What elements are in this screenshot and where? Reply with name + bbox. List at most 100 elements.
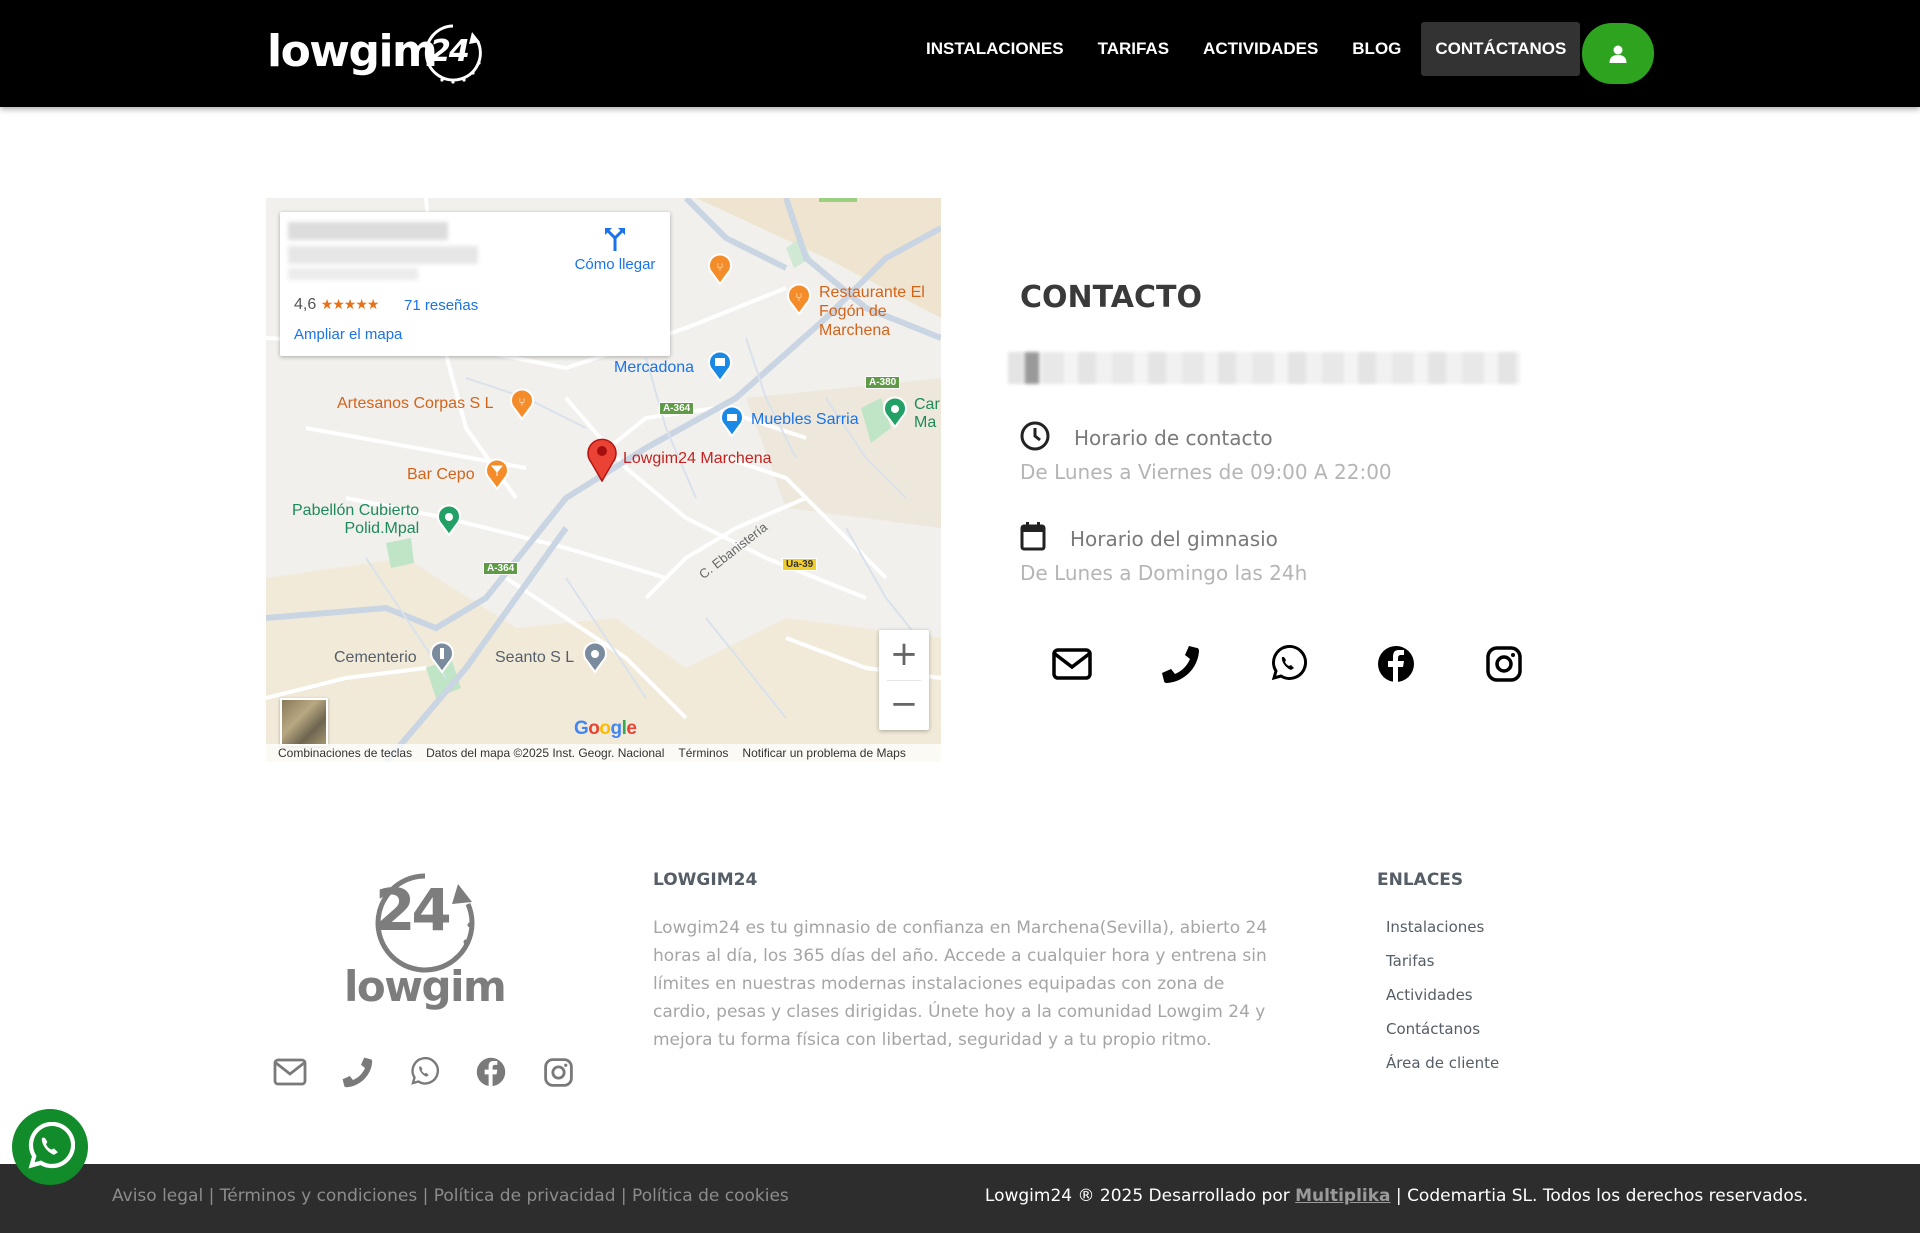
store-pin-icon[interactable] bbox=[719, 405, 745, 437]
bar-pin-icon[interactable] bbox=[484, 458, 510, 490]
legal-links: Aviso legal | Términos y condiciones | P… bbox=[112, 1186, 789, 1206]
nav-actividades[interactable]: ACTIVIDADES bbox=[1189, 22, 1332, 76]
svg-text:⑂: ⑂ bbox=[518, 395, 525, 409]
report-problem-link[interactable]: Notificar un problema de Maps bbox=[742, 746, 905, 760]
footer-social-links bbox=[270, 1052, 605, 1092]
contact-title: CONTACTO bbox=[1020, 280, 1202, 315]
separator: | bbox=[203, 1186, 220, 1206]
blurred-contact-address bbox=[1008, 352, 1520, 384]
envelope-icon[interactable] bbox=[270, 1052, 310, 1092]
directions-icon bbox=[605, 228, 625, 251]
whatsapp-icon[interactable] bbox=[1268, 644, 1308, 684]
cookies-link[interactable]: Política de cookies bbox=[632, 1186, 789, 1206]
user-account-button[interactable] bbox=[1582, 23, 1654, 84]
facebook-icon[interactable] bbox=[471, 1052, 511, 1092]
keyboard-shortcuts-link[interactable]: Combinaciones de teclas bbox=[278, 746, 412, 760]
zoom-in-button[interactable]: + bbox=[879, 630, 929, 680]
whatsapp-icon bbox=[28, 1122, 75, 1169]
zoom-out-button[interactable]: − bbox=[879, 680, 929, 730]
logo-number: 24 bbox=[430, 34, 470, 69]
nav-tarifas[interactable]: TARIFAS bbox=[1084, 22, 1183, 76]
footer-link-contactanos[interactable]: Contáctanos bbox=[1386, 1014, 1499, 1048]
place-label-car: Car Ma bbox=[914, 396, 940, 431]
about-text: Lowgim24 es tu gimnasio de confianza en … bbox=[653, 918, 1268, 1050]
place-pin-icon[interactable] bbox=[582, 641, 608, 673]
rating-stars-icon: ★★★★★ bbox=[320, 296, 380, 312]
user-icon bbox=[1609, 45, 1627, 63]
park-pin-icon[interactable] bbox=[882, 396, 908, 428]
nav-blog[interactable]: BLOG bbox=[1338, 22, 1415, 76]
envelope-icon[interactable] bbox=[1052, 644, 1092, 684]
footer-link-tarifas[interactable]: Tarifas bbox=[1386, 946, 1499, 980]
restaurant-pin-icon[interactable]: ⑂ bbox=[509, 388, 535, 420]
contact-social-links bbox=[1052, 644, 1592, 684]
separator: | bbox=[417, 1186, 434, 1206]
separator: | bbox=[615, 1186, 633, 1206]
privacidad-link[interactable]: Política de privacidad bbox=[434, 1186, 616, 1206]
footer-link-actividades[interactable]: Actividades bbox=[1386, 980, 1499, 1014]
nav-instalaciones[interactable]: INSTALACIONES bbox=[912, 22, 1078, 76]
enlarge-map-link[interactable]: Ampliar el mapa bbox=[294, 326, 402, 343]
road-shield-a364: A-364 bbox=[659, 402, 695, 415]
map-footer: Combinaciones de teclas Datos del mapa ©… bbox=[266, 744, 941, 762]
footer-link-area-cliente[interactable]: Área de cliente bbox=[1386, 1048, 1499, 1082]
restaurant-pin-icon[interactable]: ⑂ bbox=[707, 253, 733, 285]
svg-text:⑂: ⑂ bbox=[795, 290, 802, 304]
satellite-toggle[interactable] bbox=[280, 698, 328, 746]
road-shield-a380: A-380 bbox=[865, 376, 901, 389]
place-label-mercadona: Mercadona bbox=[614, 359, 695, 376]
google-logo: Google bbox=[574, 718, 637, 739]
logo-word: lowgim bbox=[267, 26, 438, 77]
terminos-link[interactable]: Términos y condiciones bbox=[220, 1186, 417, 1206]
instagram-icon[interactable] bbox=[538, 1052, 578, 1092]
clock-icon bbox=[1020, 421, 1050, 451]
shopping-pin-icon[interactable] bbox=[707, 350, 733, 382]
place-label-muebles: Muebles Sarria bbox=[751, 411, 859, 428]
place-label-lowgim: Lowgim24 Marchena bbox=[623, 450, 772, 467]
cemetery-pin-icon[interactable] bbox=[429, 641, 455, 673]
road-shield-ua39: Ua-39 bbox=[782, 558, 818, 571]
phone-icon[interactable] bbox=[337, 1052, 377, 1092]
road-shield-a364: A-364 bbox=[483, 562, 519, 575]
blurred-place-name bbox=[288, 222, 448, 240]
place-label-barcepo: Bar Cepo bbox=[407, 466, 475, 483]
nav-contactanos[interactable]: CONTÁCTANOS bbox=[1421, 22, 1581, 76]
copyright-text: Lowgim24 ® 2025 Desarrollado por Multipl… bbox=[984, 1186, 1808, 1206]
facebook-icon[interactable] bbox=[1376, 644, 1416, 684]
blurred-place-address bbox=[288, 246, 478, 264]
whatsapp-icon[interactable] bbox=[404, 1052, 444, 1092]
main-nav: INSTALACIONES TARIFAS ACTIVIDADES BLOG C… bbox=[912, 22, 1586, 76]
bottom-bar: Aviso legal | Términos y condiciones | P… bbox=[0, 1164, 1920, 1233]
place-label-restaurante: Restaurante El Fogón de Marchena bbox=[819, 284, 925, 339]
restaurant-pin-icon[interactable]: ⑂ bbox=[786, 283, 812, 315]
footer-link-instalaciones[interactable]: Instalaciones bbox=[1386, 912, 1499, 946]
links-title: ENLACES bbox=[1377, 870, 1464, 890]
gym-hours-value: De Lunes a Domingo las 24h bbox=[1020, 561, 1308, 585]
directions-button[interactable]: Cómo llegar bbox=[565, 224, 665, 273]
reviews-link[interactable]: 71 reseñas bbox=[404, 297, 478, 314]
instagram-icon[interactable] bbox=[1484, 644, 1524, 684]
contact-hours-value: De Lunes a Viernes de 09:00 A 22:00 bbox=[1020, 460, 1392, 484]
blurred-place-address bbox=[288, 268, 418, 280]
place-label-cementerio: Cementerio bbox=[334, 649, 417, 666]
calendar-icon bbox=[1020, 522, 1046, 551]
map-info-card: 4,6 ★★★★★ 71 reseñas Ampliar el mapa Cóm… bbox=[280, 212, 670, 356]
aviso-legal-link[interactable]: Aviso legal bbox=[112, 1186, 203, 1206]
whatsapp-float-button[interactable] bbox=[12, 1109, 88, 1185]
svg-text:⑂: ⑂ bbox=[716, 260, 723, 274]
phone-icon[interactable] bbox=[1160, 644, 1200, 684]
multiplika-link[interactable]: Multiplika bbox=[1295, 1186, 1390, 1206]
google-map[interactable]: A-364 A-364 A-380 Ua-39 ⑂ ⑂ Restaurante … bbox=[266, 198, 941, 762]
place-label-pabellon: Pabellón Cubierto Polid.Mpal bbox=[292, 502, 420, 537]
footer-logo-word: lowgim bbox=[344, 962, 507, 1011]
footer-logo-number: 24 bbox=[375, 876, 452, 944]
place-label-seanto: Seanto S L bbox=[495, 649, 575, 666]
location-marker-icon[interactable] bbox=[586, 436, 618, 482]
place-label-artesanos: Artesanos Corpas S L bbox=[337, 395, 494, 412]
map-terms-link[interactable]: Términos bbox=[678, 746, 728, 760]
footer-links: Instalaciones Tarifas Actividades Contác… bbox=[1386, 912, 1499, 1082]
map-data-attribution: Datos del mapa ©2025 Inst. Geogr. Nacion… bbox=[426, 746, 665, 760]
footer-logo: 24 lowgim bbox=[340, 870, 515, 1020]
site-logo[interactable]: lowgim 24 bbox=[265, 20, 485, 88]
sports-pin-icon[interactable] bbox=[436, 504, 462, 536]
